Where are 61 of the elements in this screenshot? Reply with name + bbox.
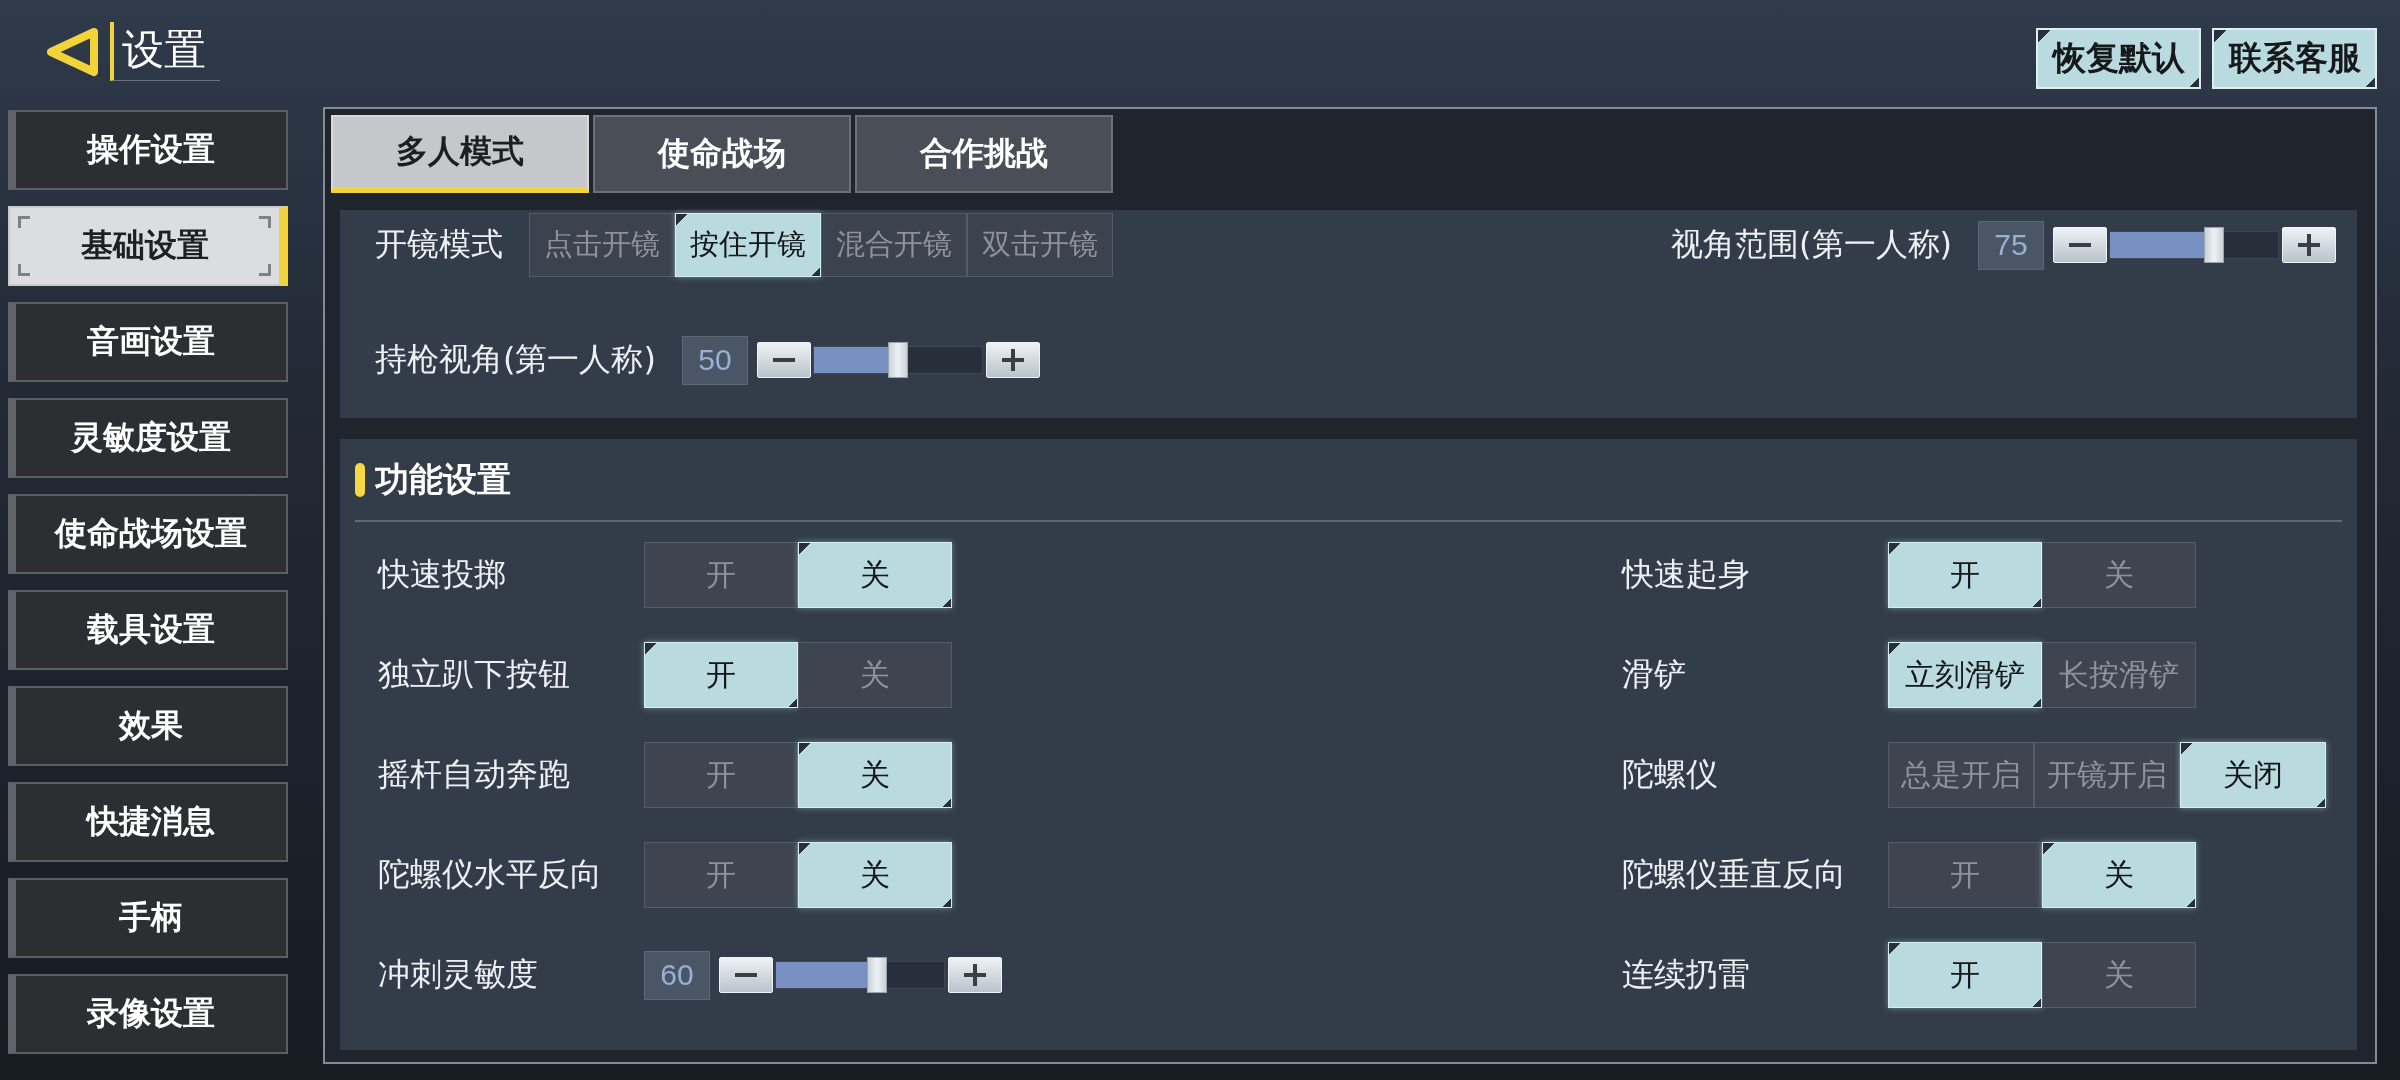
option-button[interactable]: 关: [798, 742, 952, 808]
plus-icon: [964, 964, 986, 986]
setting-label: 冲刺灵敏度: [378, 954, 539, 995]
setting-label: 快速投掷: [378, 554, 507, 595]
sidebar-item[interactable]: 灵敏度设置: [8, 398, 288, 478]
setting-label: 陀螺仪水平反向: [378, 854, 603, 895]
section-marker-icon: [355, 462, 365, 497]
sidebar-item[interactable]: 操作设置: [8, 110, 288, 190]
option-button[interactable]: 关: [798, 842, 952, 908]
plus-icon: [1001, 349, 1024, 371]
decrease-button[interactable]: [2053, 227, 2107, 263]
sidebar-item[interactable]: 手柄: [8, 878, 288, 958]
increase-button[interactable]: [2282, 227, 2336, 263]
setting-label: 快速起身: [1622, 554, 1751, 595]
page-title: 设置: [110, 22, 220, 81]
setting-label: 视角范围(第一人称): [1671, 224, 1952, 265]
option-button[interactable]: 立刻滑铲: [1888, 642, 2042, 708]
slider-value: 75: [1978, 220, 2044, 270]
option-button[interactable]: 关: [798, 542, 952, 608]
section-title: 功能设置: [375, 457, 511, 501]
mode-tab[interactable]: 合作挑战: [855, 115, 1113, 193]
sidebar-item[interactable]: 效果: [8, 686, 288, 766]
plus-icon: [2298, 234, 2320, 256]
setting-label: 陀螺仪: [1622, 754, 1719, 795]
header-button[interactable]: 恢复默认: [2036, 28, 2201, 89]
increase-button[interactable]: [985, 342, 1040, 378]
option-button[interactable]: 按住开镜: [675, 213, 821, 277]
back-icon: [44, 26, 100, 77]
slider-thumb[interactable]: [2204, 227, 2225, 263]
option-button[interactable]: 开: [644, 642, 798, 708]
setting-label: 陀螺仪垂直反向: [1622, 854, 1847, 895]
sidebar-item[interactable]: 音画设置: [8, 302, 288, 382]
slider-thumb[interactable]: [866, 957, 887, 993]
option-button[interactable]: 开: [1888, 942, 2042, 1008]
sidebar-item[interactable]: 基础设置: [8, 206, 288, 286]
header-button[interactable]: 联系客服: [2212, 28, 2377, 89]
sidebar-item[interactable]: 录像设置: [8, 974, 288, 1054]
mode-tab[interactable]: 多人模式: [331, 115, 589, 193]
minus-icon: [2069, 243, 2091, 247]
setting-label: 开镜模式: [375, 224, 503, 265]
sidebar-item[interactable]: 快捷消息: [8, 782, 288, 862]
slider-thumb[interactable]: [887, 342, 908, 378]
setting-label: 持枪视角(第一人称): [375, 339, 656, 380]
mode-tab[interactable]: 使命战场: [593, 115, 851, 193]
minus-icon: [772, 358, 795, 362]
setting-label: 独立趴下按钮: [378, 654, 571, 695]
setting-label: 滑铲: [1622, 654, 1687, 695]
option-button[interactable]: 关: [2042, 842, 2196, 908]
sidebar-item[interactable]: 载具设置: [8, 590, 288, 670]
slider-value: 50: [681, 335, 748, 385]
back-button[interactable]: [44, 26, 100, 77]
option-button[interactable]: 开: [1888, 542, 2042, 608]
setting-label: 摇杆自动奔跑: [378, 754, 571, 795]
minus-icon: [735, 973, 757, 977]
decrease-button[interactable]: [756, 342, 811, 378]
increase-button[interactable]: [948, 957, 1002, 993]
slider-value: 60: [644, 950, 710, 1000]
setting-label: 连续扔雷: [1622, 954, 1751, 995]
sidebar-item[interactable]: 使命战场设置: [8, 494, 288, 574]
option-button[interactable]: 关闭: [2180, 742, 2326, 808]
decrease-button[interactable]: [719, 957, 773, 993]
